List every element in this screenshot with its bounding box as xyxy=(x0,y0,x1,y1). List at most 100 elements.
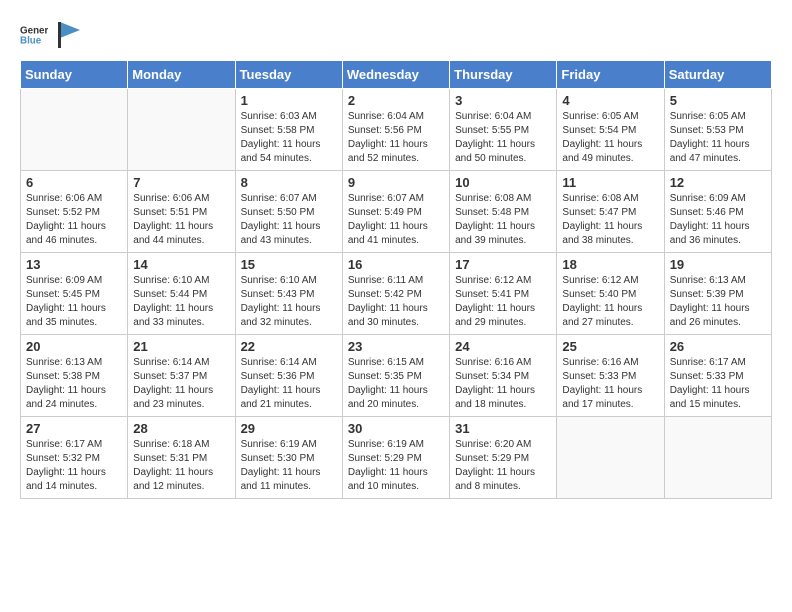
day-number: 16 xyxy=(348,257,444,272)
day-number: 30 xyxy=(348,421,444,436)
svg-text:Blue: Blue xyxy=(20,35,42,46)
cell-info: Sunrise: 6:17 AMSunset: 5:33 PMDaylight:… xyxy=(670,356,766,412)
day-number: 10 xyxy=(455,175,551,190)
calendar-cell: 11 Sunrise: 6:08 AMSunset: 5:47 PMDayligh… xyxy=(557,171,664,253)
day-number: 31 xyxy=(455,421,551,436)
calendar-cell: 31 Sunrise: 6:20 AMSunset: 5:29 PMDayligh… xyxy=(450,417,557,499)
calendar-table: SundayMondayTuesdayWednesdayThursdayFrid… xyxy=(20,60,772,499)
page-header: General Blue xyxy=(20,20,772,50)
cell-info: Sunrise: 6:15 AMSunset: 5:35 PMDaylight:… xyxy=(348,356,444,412)
calendar-cell: 14 Sunrise: 6:10 AMSunset: 5:44 PMDayligh… xyxy=(128,253,235,335)
calendar-cell: 3Sunrise: 6:04 AMSunset: 5:55 PMDaylight… xyxy=(450,89,557,171)
cell-info: Sunrise: 6:14 AMSunset: 5:37 PMDaylight:… xyxy=(133,356,229,412)
calendar-cell: 6Sunrise: 6:06 AMSunset: 5:52 PMDaylight… xyxy=(21,171,128,253)
calendar-cell: 24Sunrise: 6:16 AMSunset: 5:34 PMDayligh… xyxy=(450,335,557,417)
calendar-cell: 27 Sunrise: 6:17 AMSunset: 5:32 PMDayligh… xyxy=(21,417,128,499)
day-number: 25 xyxy=(562,339,658,354)
cell-info: Sunrise: 6:05 AMSunset: 5:54 PMDaylight:… xyxy=(562,110,658,166)
cell-info: Sunrise: 6:11 AMSunset: 5:42 PMDaylight:… xyxy=(348,274,444,330)
cell-info: Sunrise: 6:06 AMSunset: 5:52 PMDaylight:… xyxy=(26,192,122,248)
week-row-2: 6Sunrise: 6:06 AMSunset: 5:52 PMDaylight… xyxy=(21,171,772,253)
cell-info: Sunrise: 6:07 AMSunset: 5:49 PMDaylight:… xyxy=(348,192,444,248)
col-header-saturday: Saturday xyxy=(664,61,771,89)
day-number: 26 xyxy=(670,339,766,354)
cell-info: Sunrise: 6:08 AMSunset: 5:48 PMDaylight:… xyxy=(455,192,551,248)
calendar-cell: 16 Sunrise: 6:11 AMSunset: 5:42 PMDayligh… xyxy=(342,253,449,335)
calendar-cell: 15 Sunrise: 6:10 AMSunset: 5:43 PMDayligh… xyxy=(235,253,342,335)
col-header-thursday: Thursday xyxy=(450,61,557,89)
calendar-cell: 10 Sunrise: 6:08 AMSunset: 5:48 PMDayligh… xyxy=(450,171,557,253)
day-number: 27 xyxy=(26,421,122,436)
calendar-cell xyxy=(664,417,771,499)
cell-info: Sunrise: 6:10 AMSunset: 5:43 PMDaylight:… xyxy=(241,274,337,330)
cell-info: Sunrise: 6:14 AMSunset: 5:36 PMDaylight:… xyxy=(241,356,337,412)
cell-info: Sunrise: 6:03 AMSunset: 5:58 PMDaylight:… xyxy=(241,110,337,166)
day-number: 29 xyxy=(241,421,337,436)
day-number: 24 xyxy=(455,339,551,354)
day-number: 18 xyxy=(562,257,658,272)
day-number: 13 xyxy=(26,257,122,272)
day-number: 17 xyxy=(455,257,551,272)
calendar-cell: 12Sunrise: 6:09 AMSunset: 5:46 PMDayligh… xyxy=(664,171,771,253)
calendar-cell: 25 Sunrise: 6:16 AMSunset: 5:33 PMDayligh… xyxy=(557,335,664,417)
calendar-cell: 22 Sunrise: 6:14 AMSunset: 5:36 PMDayligh… xyxy=(235,335,342,417)
day-number: 1 xyxy=(241,93,337,108)
cell-info: Sunrise: 6:13 AMSunset: 5:38 PMDaylight:… xyxy=(26,356,122,412)
day-number: 21 xyxy=(133,339,229,354)
col-header-wednesday: Wednesday xyxy=(342,61,449,89)
calendar-cell: 29Sunrise: 6:19 AMSunset: 5:30 PMDayligh… xyxy=(235,417,342,499)
cell-info: Sunrise: 6:16 AMSunset: 5:33 PMDaylight:… xyxy=(562,356,658,412)
cell-info: Sunrise: 6:17 AMSunset: 5:32 PMDaylight:… xyxy=(26,438,122,494)
day-number: 11 xyxy=(562,175,658,190)
col-header-sunday: Sunday xyxy=(21,61,128,89)
calendar-cell: 28 Sunrise: 6:18 AMSunset: 5:31 PMDayligh… xyxy=(128,417,235,499)
calendar-cell: 17 Sunrise: 6:12 AMSunset: 5:41 PMDayligh… xyxy=(450,253,557,335)
day-number: 9 xyxy=(348,175,444,190)
cell-info: Sunrise: 6:20 AMSunset: 5:29 PMDaylight:… xyxy=(455,438,551,494)
week-row-3: 13 Sunrise: 6:09 AMSunset: 5:45 PMDayligh… xyxy=(21,253,772,335)
cell-info: Sunrise: 6:13 AMSunset: 5:39 PMDaylight:… xyxy=(670,274,766,330)
cell-info: Sunrise: 6:04 AMSunset: 5:56 PMDaylight:… xyxy=(348,110,444,166)
col-header-monday: Monday xyxy=(128,61,235,89)
calendar-cell: 9 Sunrise: 6:07 AMSunset: 5:49 PMDaylight… xyxy=(342,171,449,253)
day-number: 19 xyxy=(670,257,766,272)
cell-info: Sunrise: 6:09 AMSunset: 5:46 PMDaylight:… xyxy=(670,192,766,248)
calendar-cell: 4 Sunrise: 6:05 AMSunset: 5:54 PMDaylight… xyxy=(557,89,664,171)
calendar-cell xyxy=(557,417,664,499)
day-number: 15 xyxy=(241,257,337,272)
calendar-cell: 30Sunrise: 6:19 AMSunset: 5:29 PMDayligh… xyxy=(342,417,449,499)
calendar-header-row: SundayMondayTuesdayWednesdayThursdayFrid… xyxy=(21,61,772,89)
calendar-cell xyxy=(128,89,235,171)
cell-info: Sunrise: 6:05 AMSunset: 5:53 PMDaylight:… xyxy=(670,110,766,166)
cell-info: Sunrise: 6:07 AMSunset: 5:50 PMDaylight:… xyxy=(241,192,337,248)
calendar-cell: 19 Sunrise: 6:13 AMSunset: 5:39 PMDayligh… xyxy=(664,253,771,335)
week-row-1: 1 Sunrise: 6:03 AMSunset: 5:58 PMDaylight… xyxy=(21,89,772,171)
day-number: 8 xyxy=(241,175,337,190)
day-number: 7 xyxy=(133,175,229,190)
calendar-cell: 18 Sunrise: 6:12 AMSunset: 5:40 PMDayligh… xyxy=(557,253,664,335)
cell-info: Sunrise: 6:08 AMSunset: 5:47 PMDaylight:… xyxy=(562,192,658,248)
week-row-5: 27 Sunrise: 6:17 AMSunset: 5:32 PMDayligh… xyxy=(21,417,772,499)
calendar-cell: 21 Sunrise: 6:14 AMSunset: 5:37 PMDayligh… xyxy=(128,335,235,417)
day-number: 2 xyxy=(348,93,444,108)
calendar-cell xyxy=(21,89,128,171)
cell-info: Sunrise: 6:09 AMSunset: 5:45 PMDaylight:… xyxy=(26,274,122,330)
calendar-cell: 26 Sunrise: 6:17 AMSunset: 5:33 PMDayligh… xyxy=(664,335,771,417)
calendar-cell: 8 Sunrise: 6:07 AMSunset: 5:50 PMDaylight… xyxy=(235,171,342,253)
day-number: 23 xyxy=(348,339,444,354)
calendar-cell: 5Sunrise: 6:05 AMSunset: 5:53 PMDaylight… xyxy=(664,89,771,171)
col-header-friday: Friday xyxy=(557,61,664,89)
calendar-cell: 13 Sunrise: 6:09 AMSunset: 5:45 PMDayligh… xyxy=(21,253,128,335)
day-number: 4 xyxy=(562,93,658,108)
cell-info: Sunrise: 6:12 AMSunset: 5:41 PMDaylight:… xyxy=(455,274,551,330)
calendar-cell: 20Sunrise: 6:13 AMSunset: 5:38 PMDayligh… xyxy=(21,335,128,417)
day-number: 14 xyxy=(133,257,229,272)
week-row-4: 20Sunrise: 6:13 AMSunset: 5:38 PMDayligh… xyxy=(21,335,772,417)
day-number: 3 xyxy=(455,93,551,108)
day-number: 28 xyxy=(133,421,229,436)
cell-info: Sunrise: 6:10 AMSunset: 5:44 PMDaylight:… xyxy=(133,274,229,330)
day-number: 22 xyxy=(241,339,337,354)
cell-info: Sunrise: 6:06 AMSunset: 5:51 PMDaylight:… xyxy=(133,192,229,248)
cell-info: Sunrise: 6:18 AMSunset: 5:31 PMDaylight:… xyxy=(133,438,229,494)
cell-info: Sunrise: 6:12 AMSunset: 5:40 PMDaylight:… xyxy=(562,274,658,330)
